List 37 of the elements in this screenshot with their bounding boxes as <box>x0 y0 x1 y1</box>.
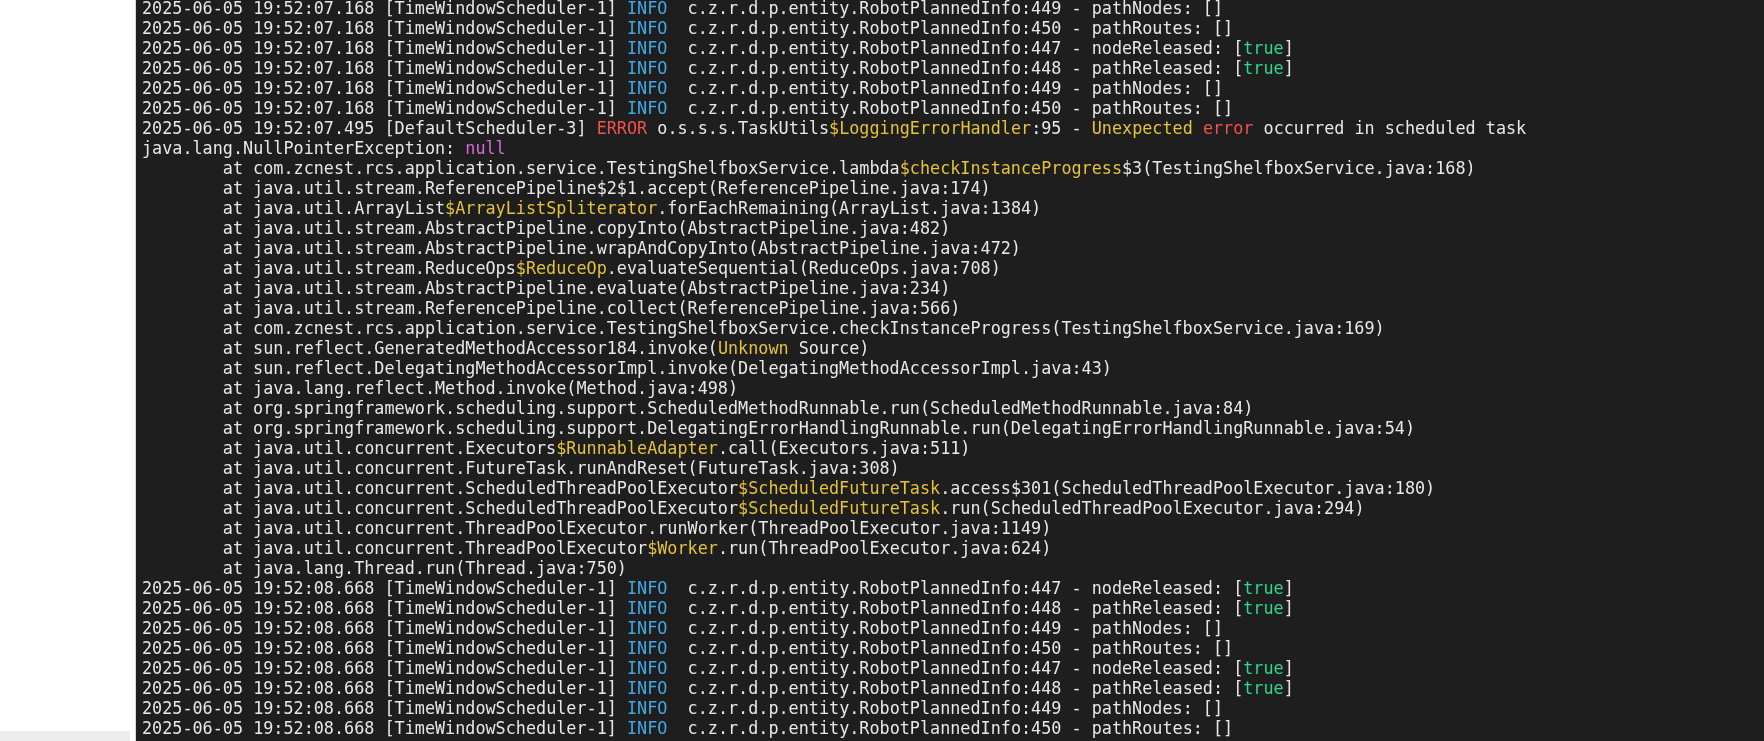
log-line: 2025-06-05 19:52:07.168 [TimeWindowScheduler-1] INFO c.z.r.d.p.entity.RobotPlannedInfo:447 - nodeReleased: [true] <box>142 38 1294 58</box>
log-line: at java.util.concurrent.Executors$RunnableAdapter.call(Executors.java:511) <box>221 438 971 458</box>
log-line: at java.lang.Thread.run(Thread.java:750) <box>221 558 627 578</box>
log-line: at java.util.stream.AbstractPipeline.copyInto(AbstractPipeline.java:482) <box>221 218 951 238</box>
log-line: java.lang.NullPointerException: null <box>142 138 506 158</box>
log-line: at java.util.stream.AbstractPipeline.wrapAndCopyInto(AbstractPipeline.java:472) <box>221 238 1021 258</box>
log-line: 2025-06-05 19:52:07.168 [TimeWindowScheduler-1] INFO c.z.r.d.p.entity.RobotPlannedInfo:449 - pathNodes: [] <box>142 0 1224 18</box>
log-line: at java.util.concurrent.ScheduledThreadPoolExecutor$ScheduledFutureTask.run(ScheduledThreadPoolExecutor.java:294) <box>221 498 1365 518</box>
log-line: 2025-06-05 19:52:08.668 [TimeWindowScheduler-1] INFO c.z.r.d.p.entity.RobotPlannedInfo:448 - pathReleased: [true] <box>142 598 1294 618</box>
log-line: 2025-06-05 19:52:07.495 [DefaultScheduler-3] ERROR o.s.s.s.TaskUtils$LoggingErrorHandler:95 - Unexpected error occurred in scheduled task <box>142 118 1527 138</box>
log-line: at java.util.stream.ReduceOps$ReduceOp.evaluateSequential(ReduceOps.java:708) <box>221 258 1001 278</box>
log-line: 2025-06-05 19:52:08.668 [TimeWindowScheduler-1] INFO c.z.r.d.p.entity.RobotPlannedInfo:449 - pathNodes: [] <box>142 698 1224 718</box>
log-line: at sun.reflect.DelegatingMethodAccessorImpl.invoke(DelegatingMethodAccessorImpl.java:43) <box>221 358 1112 378</box>
log-line: at java.util.ArrayList$ArrayListSpliterator.forEachRemaining(ArrayList.java:1384) <box>221 198 1042 218</box>
log-line: at org.springframework.scheduling.support.DelegatingErrorHandlingRunnable.run(DelegatingErrorHandlingRunnable.java:54) <box>221 418 1415 438</box>
log-line: 2025-06-05 19:52:08.668 [TimeWindowScheduler-1] INFO c.z.r.d.p.entity.RobotPlannedInfo:447 - nodeReleased: [true] <box>142 658 1294 678</box>
log-line: at sun.reflect.GeneratedMethodAccessor184.invoke(Unknown Source) <box>221 338 870 358</box>
log-line: at java.util.concurrent.ThreadPoolExecutor$Worker.run(ThreadPoolExecutor.java:624) <box>221 538 1052 558</box>
log-line: at java.util.stream.ReferencePipeline.collect(ReferencePipeline.java:566) <box>221 298 961 318</box>
log-line: 2025-06-05 19:52:07.168 [TimeWindowScheduler-1] INFO c.z.r.d.p.entity.RobotPlannedInfo:448 - pathReleased: [true] <box>142 58 1294 78</box>
log-line: 2025-06-05 19:52:08.668 [TimeWindowScheduler-1] INFO c.z.r.d.p.entity.RobotPlannedInfo:447 - nodeReleased: [true] <box>142 578 1294 598</box>
log-line: 2025-06-05 19:52:08.668 [TimeWindowScheduler-1] INFO c.z.r.d.p.entity.RobotPlannedInfo:448 - pathReleased: [true] <box>142 678 1294 698</box>
log-line: 2025-06-05 19:52:08.668 [TimeWindowScheduler-1] INFO c.z.r.d.p.entity.RobotPlannedInfo:450 - pathRoutes: [] <box>142 718 1234 738</box>
log-line: 2025-06-05 19:52:07.168 [TimeWindowScheduler-1] INFO c.z.r.d.p.entity.RobotPlannedInfo:450 - pathRoutes: [] <box>142 98 1234 118</box>
log-line: at java.util.stream.AbstractPipeline.evaluate(AbstractPipeline.java:234) <box>221 278 951 298</box>
log-line: 2025-06-05 19:52:07.168 [TimeWindowScheduler-1] INFO c.z.r.d.p.entity.RobotPlannedInfo:450 - pathRoutes: [] <box>142 18 1234 38</box>
log-line: at java.util.concurrent.ScheduledThreadPoolExecutor$ScheduledFutureTask.access$301(ScheduledThreadPoolExecutor.java:180) <box>221 478 1436 498</box>
log-line: at com.zcnest.rcs.application.service.TestingShelfboxService.checkInstanceProgress(TestingShelfboxService.java:169) <box>221 318 1385 338</box>
log-line: 2025-06-05 19:52:08.668 [TimeWindowScheduler-1] INFO c.z.r.d.p.entity.RobotPlannedInfo:450 - pathRoutes: [] <box>142 638 1234 658</box>
log-line: at java.util.stream.ReferencePipeline$2$1.accept(ReferencePipeline.java:174) <box>221 178 991 198</box>
log-line: 2025-06-05 19:52:08.668 [TimeWindowScheduler-1] INFO c.z.r.d.p.entity.RobotPlannedInfo:449 - pathNodes: [] <box>142 618 1224 638</box>
log-line: at com.zcnest.rcs.application.service.TestingShelfboxService.lambda$checkInstanceProgress$3(TestingShelfboxService.java:168) <box>221 158 1476 178</box>
log-line: at java.util.concurrent.ThreadPoolExecutor.runWorker(ThreadPoolExecutor.java:1149) <box>221 518 1052 538</box>
log-line: 2025-06-05 19:52:07.168 [TimeWindowScheduler-1] INFO c.z.r.d.p.entity.RobotPlannedInfo:449 - pathNodes: [] <box>142 78 1224 98</box>
log-line: at java.util.concurrent.FutureTask.runAndReset(FutureTask.java:308) <box>221 458 900 478</box>
log-line: at java.lang.reflect.Method.invoke(Method.java:498) <box>221 378 739 398</box>
log-line: at org.springframework.scheduling.support.ScheduledMethodRunnable.run(ScheduledMethodRunnable.java:84) <box>221 398 1254 418</box>
